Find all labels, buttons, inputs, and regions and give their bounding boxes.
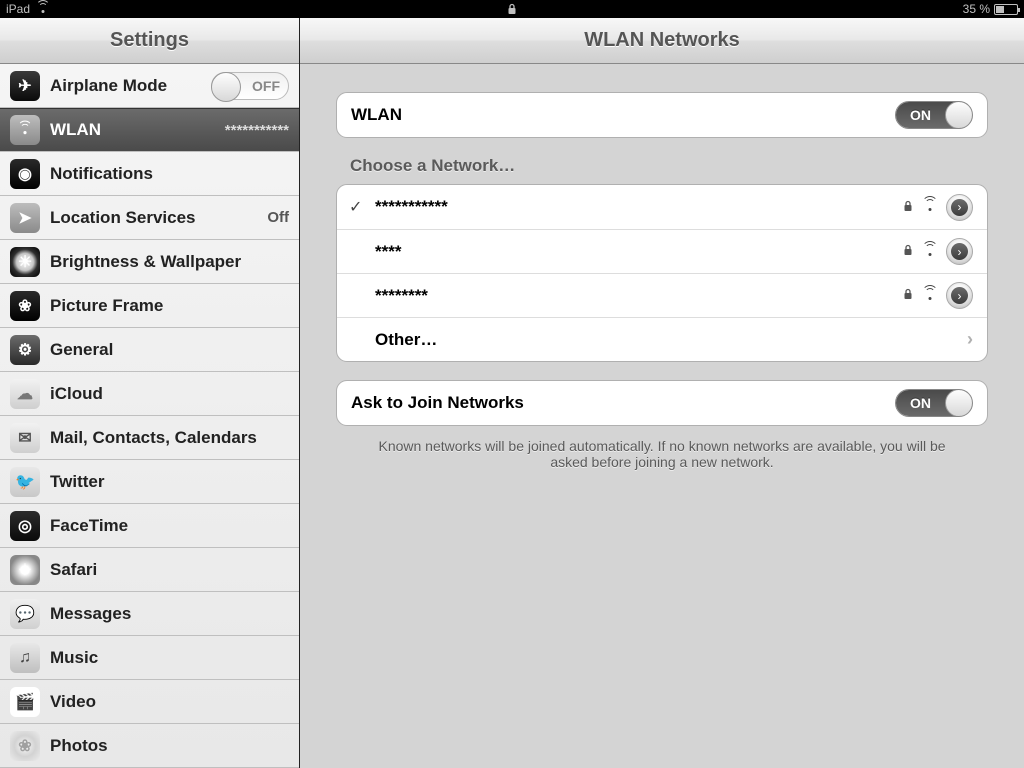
network-name: ***********: [375, 197, 448, 217]
brightness-icon: ☀: [10, 247, 40, 277]
lock-icon: [902, 200, 914, 215]
wlan-toggle-cell: WLAN ON: [337, 93, 987, 137]
sidebar-item-label: Safari: [50, 560, 97, 580]
sidebar-item-wlan[interactable]: WLAN ***********: [0, 108, 299, 152]
sidebar-item-label: Airplane Mode: [50, 76, 167, 96]
gear-icon: ⚙: [10, 335, 40, 365]
airplane-toggle[interactable]: OFF: [211, 72, 289, 100]
signal-icon: [922, 201, 938, 213]
sidebar-item-mail-contacts-calendars[interactable]: ✉ Mail, Contacts, Calendars: [0, 416, 299, 460]
lock-icon: [902, 244, 914, 259]
sidebar-item-label: Photos: [50, 736, 108, 756]
video-icon: 🎬: [10, 687, 40, 717]
messages-icon: 💬: [10, 599, 40, 629]
checkmark-icon: ✓: [349, 197, 362, 217]
sidebar-item-picture-frame[interactable]: ❀ Picture Frame: [0, 284, 299, 328]
sidebar-item-value: Off: [267, 209, 289, 226]
sidebar-item-photos[interactable]: ❀ Photos: [0, 724, 299, 768]
network-detail-button[interactable]: ›: [946, 282, 973, 309]
chevron-right-icon: ›: [967, 329, 973, 350]
sidebar-item-label: FaceTime: [50, 516, 128, 536]
other-label: Other…: [375, 330, 437, 350]
ask-join-footer: Known networks will be joined automatica…: [366, 438, 958, 470]
airplane-icon: ✈: [10, 71, 40, 101]
sidebar-item-label: Mail, Contacts, Calendars: [50, 428, 257, 448]
ask-join-cell: Ask to Join Networks ON: [337, 381, 987, 425]
network-name: ********: [375, 286, 428, 306]
sidebar-item-notifications[interactable]: ◉ Notifications: [0, 152, 299, 196]
choose-network-header: Choose a Network…: [350, 156, 988, 176]
ask-join-switch[interactable]: ON: [895, 389, 973, 417]
sidebar-item-general[interactable]: ⚙ General: [0, 328, 299, 372]
sidebar-item-messages[interactable]: 💬 Messages: [0, 592, 299, 636]
sidebar-item-label: Brightness & Wallpaper: [50, 252, 241, 272]
sidebar-item-facetime[interactable]: ◎ FaceTime: [0, 504, 299, 548]
ask-join-label: Ask to Join Networks: [351, 393, 524, 413]
sidebar-item-label: Notifications: [50, 164, 153, 184]
networks-group: ✓ *********** › **** ›: [336, 184, 988, 362]
sidebar-item-airplane-mode[interactable]: ✈ Airplane Mode OFF: [0, 64, 299, 108]
network-row-connected[interactable]: ✓ *********** ›: [337, 185, 987, 229]
sidebar-item-safari[interactable]: ✦ Safari: [0, 548, 299, 592]
sidebar-item-label: Video: [50, 692, 96, 712]
network-detail-button[interactable]: ›: [946, 194, 973, 221]
notifications-icon: ◉: [10, 159, 40, 189]
sidebar-item-label: Messages: [50, 604, 131, 624]
network-row[interactable]: **** ›: [337, 229, 987, 273]
wlan-switch[interactable]: ON: [895, 101, 973, 129]
wifi-icon: [36, 4, 50, 14]
sidebar-item-twitter[interactable]: 🐦 Twitter: [0, 460, 299, 504]
device-label: iPad: [6, 2, 30, 16]
sidebar-item-label: iCloud: [50, 384, 103, 404]
lock-icon: [902, 288, 914, 303]
battery-icon: [994, 4, 1018, 15]
network-row[interactable]: ******** ›: [337, 273, 987, 317]
sidebar-item-brightness-wallpaper[interactable]: ☀ Brightness & Wallpaper: [0, 240, 299, 284]
detail-panel: WLAN Networks WLAN ON Choose a Network…: [300, 18, 1024, 768]
network-name: ****: [375, 242, 401, 262]
sidebar-item-value: ***********: [225, 122, 289, 139]
sidebar-item-video[interactable]: 🎬 Video: [0, 680, 299, 724]
battery-percent: 35 %: [963, 2, 990, 16]
status-bar: iPad 35 %: [0, 0, 1024, 18]
sidebar-item-location-services[interactable]: ➤ Location Services Off: [0, 196, 299, 240]
twitter-icon: 🐦: [10, 467, 40, 497]
signal-icon: [922, 290, 938, 302]
lock-icon: [507, 3, 517, 15]
safari-icon: ✦: [10, 555, 40, 585]
sidebar-item-music[interactable]: ♫ Music: [0, 636, 299, 680]
sidebar-item-label: Twitter: [50, 472, 104, 492]
detail-title: WLAN Networks: [300, 18, 1024, 64]
picture-frame-icon: ❀: [10, 291, 40, 321]
signal-icon: [922, 246, 938, 258]
sidebar-item-label: WLAN: [50, 120, 101, 140]
photos-icon: ❀: [10, 731, 40, 761]
sidebar-item-label: Music: [50, 648, 98, 668]
wifi-icon: [10, 115, 40, 145]
music-icon: ♫: [10, 643, 40, 673]
network-other-row[interactable]: Other… ›: [337, 317, 987, 361]
settings-sidebar: Settings ✈ Airplane Mode OFF WLAN ******…: [0, 18, 300, 768]
cloud-icon: ☁: [10, 379, 40, 409]
sidebar-item-label: Location Services: [50, 208, 196, 228]
mail-icon: ✉: [10, 423, 40, 453]
sidebar-title: Settings: [0, 18, 299, 64]
wlan-toggle-label: WLAN: [351, 105, 402, 125]
sidebar-item-label: General: [50, 340, 113, 360]
sidebar-item-label: Picture Frame: [50, 296, 163, 316]
location-icon: ➤: [10, 203, 40, 233]
network-detail-button[interactable]: ›: [946, 238, 973, 265]
wlan-toggle-group: WLAN ON: [336, 92, 988, 138]
ask-join-group: Ask to Join Networks ON: [336, 380, 988, 426]
facetime-icon: ◎: [10, 511, 40, 541]
sidebar-item-icloud[interactable]: ☁ iCloud: [0, 372, 299, 416]
